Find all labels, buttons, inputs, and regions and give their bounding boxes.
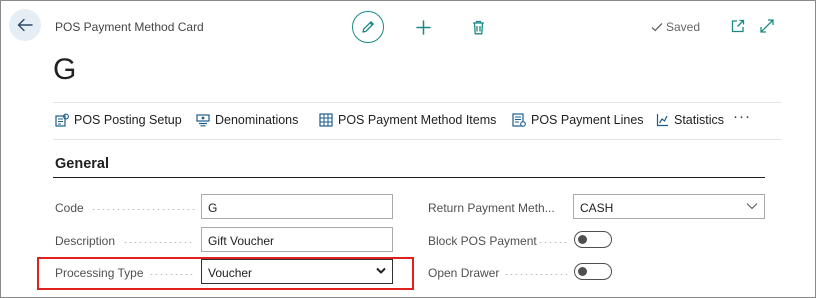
more-options-button[interactable]: ···	[733, 108, 751, 125]
label-leader-dots	[538, 242, 568, 243]
action-label: POS Payment Lines	[531, 113, 644, 127]
action-label: POS Payment Method Items	[338, 113, 497, 127]
checkmark-icon	[651, 23, 663, 32]
popout-icon	[731, 19, 745, 33]
toggle-knob	[578, 234, 587, 244]
action-label: Statistics	[674, 113, 725, 127]
chevron-down-icon	[746, 203, 758, 210]
code-label: Code	[55, 201, 84, 215]
page-caption: POS Payment Method Card	[55, 20, 204, 34]
payment-lines-icon	[512, 113, 526, 127]
action-pos-payment-method-items[interactable]: POS Payment Method Items	[319, 113, 496, 127]
description-field[interactable]: Gift Voucher	[201, 227, 393, 252]
action-statistics[interactable]: Statistics	[656, 113, 724, 127]
open-drawer-label: Open Drawer	[428, 266, 500, 280]
code-field[interactable]: G	[201, 194, 393, 219]
action-pos-posting-setup[interactable]: POS Posting Setup	[55, 113, 182, 127]
toggle-knob	[578, 266, 587, 276]
posting-setup-icon	[55, 113, 69, 127]
label-leader-dots	[504, 274, 568, 275]
return-payment-method-value: CASH	[580, 201, 614, 215]
payment-method-items-icon	[319, 113, 333, 127]
section-divider	[53, 177, 765, 178]
description-label: Description	[55, 234, 116, 248]
open-new-window-button[interactable]	[730, 18, 746, 34]
return-payment-method-select[interactable]: CASH	[573, 194, 765, 219]
arrow-left-icon	[17, 18, 33, 32]
denominations-icon	[196, 114, 210, 127]
trash-icon	[472, 20, 484, 34]
action-label: POS Posting Setup	[74, 113, 182, 127]
label-leader-dots	[123, 242, 195, 243]
pencil-icon	[362, 21, 374, 33]
back-button[interactable]	[9, 9, 41, 41]
action-denominations[interactable]: Denominations	[196, 113, 298, 127]
highlight-box	[37, 257, 414, 290]
open-drawer-toggle[interactable]	[574, 263, 612, 280]
page-frame: POS Payment Method Card G Saved POS Post…	[0, 0, 816, 298]
expand-icon	[760, 19, 774, 33]
new-button[interactable]	[413, 17, 433, 37]
action-pos-payment-lines[interactable]: POS Payment Lines	[512, 113, 644, 127]
plus-icon	[415, 19, 431, 35]
label-leader-dots	[91, 209, 195, 210]
delete-button[interactable]	[468, 17, 488, 37]
edit-button[interactable]	[352, 11, 384, 43]
page-title: G	[53, 53, 77, 86]
statistics-icon	[656, 114, 668, 127]
block-pos-payment-label: Block POS Payment	[428, 234, 537, 248]
action-label: Denominations	[215, 113, 299, 127]
return-payment-method-label: Return Payment Meth...	[428, 201, 555, 215]
saved-label: Saved	[666, 20, 701, 34]
action-bar: POS Posting Setup Denominations POS Paym…	[53, 102, 781, 140]
section-title-general[interactable]: General	[55, 156, 109, 172]
expand-button[interactable]	[759, 18, 775, 34]
block-pos-payment-toggle[interactable]	[574, 231, 612, 248]
saved-status: Saved	[651, 20, 700, 34]
